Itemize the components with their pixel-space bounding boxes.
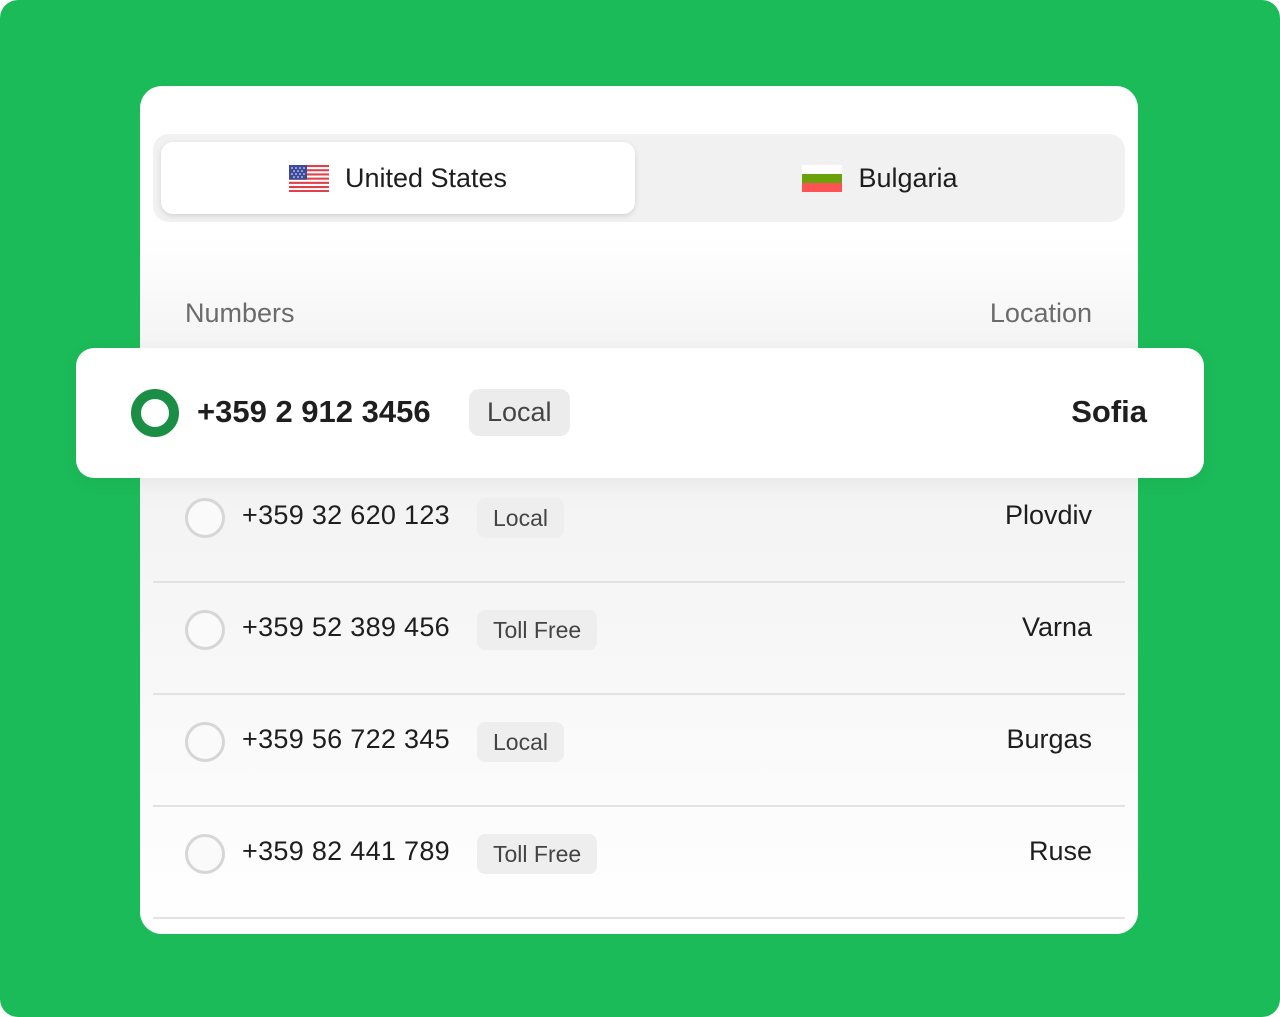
column-header-numbers: Numbers [185, 298, 295, 328]
location-label: Varna [1021, 612, 1092, 642]
phone-number: +359 2 912 3456 [197, 394, 431, 429]
list-item[interactable]: +359 82 441 789 Toll Free Ruse [153, 806, 1125, 919]
tab-united-states[interactable]: United States [161, 142, 635, 214]
radio-button[interactable] [185, 610, 225, 650]
location-label: Ruse [1028, 836, 1092, 866]
country-segmented-control: United States Bulgaria [153, 134, 1125, 222]
tab-label-bulgaria: Bulgaria [858, 162, 958, 193]
us-flag-icon [288, 164, 329, 192]
location-label: Plovdiv [1004, 500, 1092, 530]
radio-button[interactable] [185, 722, 225, 762]
radio-button[interactable] [185, 498, 225, 538]
number-type-badge: Toll Free [477, 610, 598, 650]
number-type-badge: Local [477, 722, 564, 762]
number-type-badge: Local [477, 498, 564, 538]
location-label: Burgas [1006, 724, 1092, 754]
number-type-badge: Local [469, 389, 570, 436]
selected-number-row[interactable]: +359 2 912 3456 Local Sofia [76, 348, 1204, 478]
bulgaria-flag-icon [802, 164, 843, 192]
tab-label-united-states: United States [344, 162, 508, 193]
column-header-location: Location [989, 298, 1092, 328]
number-type-badge: Toll Free [477, 834, 598, 874]
list-item[interactable]: +359 32 620 123 Local Plovdiv [153, 470, 1125, 583]
number-picker-card: United States Bulgaria Numbers Location … [140, 86, 1138, 934]
background-canvas: United States Bulgaria Numbers Location … [0, 0, 1280, 1017]
radio-button[interactable] [185, 834, 225, 874]
tab-bulgaria[interactable]: Bulgaria [643, 142, 1117, 214]
phone-number: +359 82 441 789 [242, 836, 450, 866]
radio-button-selected[interactable] [131, 389, 179, 437]
phone-number: +359 56 722 345 [242, 724, 450, 754]
phone-number: +359 52 389 456 [242, 612, 450, 642]
phone-number: +359 32 620 123 [242, 500, 450, 530]
location-label: Sofia [1071, 394, 1147, 429]
list-item[interactable]: +359 56 722 345 Local Burgas [153, 694, 1125, 807]
list-item[interactable]: +359 52 389 456 Toll Free Varna [153, 582, 1125, 695]
